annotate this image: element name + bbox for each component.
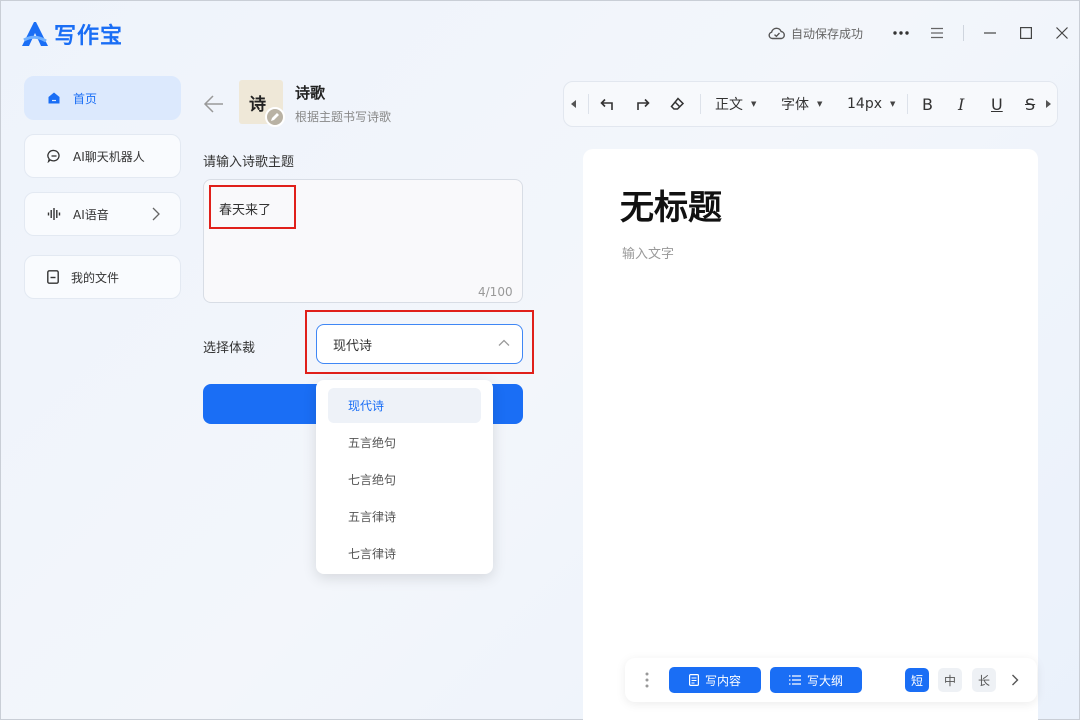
length-short-button[interactable]: 短 [905,668,929,692]
window-controls: 自动保存成功 [768,18,1080,48]
genre-dropdown: 现代诗 五言绝句 七言绝句 五言律诗 七言律诗 [316,380,493,574]
back-arrow-icon[interactable] [203,91,225,117]
sidebar-item-my-files[interactable]: 我的文件 [24,255,181,299]
panel-title: 诗歌 [295,84,326,102]
file-icon [47,270,59,284]
font-size-dropdown[interactable]: 14px ▼ [847,82,895,126]
toolbar-divider [700,94,701,114]
chevron-right-icon [152,207,160,221]
list-icon [788,675,801,685]
minimize-icon[interactable] [972,18,1008,48]
toolbar-divider [588,94,589,114]
maximize-icon[interactable] [1008,18,1044,48]
length-medium-button[interactable]: 中 [938,668,962,692]
strikethrough-button[interactable]: S [1025,82,1035,126]
format-toolbar: 正文 ▼ 字体 ▼ 14px ▼ B I U S [563,81,1058,127]
paragraph-style-dropdown[interactable]: 正文 ▼ [715,82,756,126]
sidebar-item-label: 我的文件 [71,270,120,285]
write-outline-button[interactable]: 写大纲 [770,667,862,693]
poem-thumbnail-char: 诗 [249,95,266,115]
close-icon[interactable] [1044,18,1080,48]
paragraph-style-label: 正文 [715,97,743,113]
topic-label: 请输入诗歌主题 [203,155,295,170]
caret-down-icon: ▼ [817,100,823,108]
save-status: 自动保存成功 [768,25,863,42]
save-status-text: 自动保存成功 [790,26,863,41]
sidebar-item-ai-chat[interactable]: AI聊天机器人 [24,134,181,178]
cloud-check-icon [768,27,785,40]
editor-canvas[interactable] [583,149,1038,720]
document-body-placeholder[interactable]: 输入文字 [622,243,674,262]
highlight-box-topic [209,185,296,229]
app-name: 写作宝 [54,24,124,49]
redo-icon[interactable] [636,82,650,126]
font-size-label: 14px [847,96,882,112]
genre-option-wuyan-jueju[interactable]: 五言绝句 [328,425,481,460]
document-icon [688,674,699,686]
scroll-left-icon[interactable] [571,82,577,126]
chevron-right-icon[interactable] [1011,674,1019,686]
caret-down-icon: ▼ [751,100,757,108]
drag-handle-icon[interactable] [645,671,649,689]
length-long-button[interactable]: 长 [972,668,996,692]
eraser-icon[interactable] [670,82,685,126]
topic-char-counter: 4/100 [478,285,513,299]
underline-button[interactable]: U [991,82,1003,126]
write-content-label: 写内容 [704,673,741,688]
sidebar-item-label: 首页 [73,91,98,106]
pen-icon [265,107,285,127]
panel-subtitle: 根据主题书写诗歌 [295,110,392,124]
font-label: 字体 [781,97,809,113]
bold-button[interactable]: B [922,82,933,126]
genre-option-qiyan-lvshi[interactable]: 七言律诗 [328,536,481,571]
undo-icon[interactable] [600,82,614,126]
home-icon [48,92,60,104]
logo-icon [22,22,48,46]
app-logo: 写作宝 [20,18,123,50]
sidebar-item-home[interactable]: 首页 [24,76,181,120]
sidebar-item-label: AI聊天机器人 [73,149,145,164]
document-title[interactable]: 无标题 [620,180,722,229]
voice-wave-icon [47,208,61,220]
highlight-box-genre [305,310,534,374]
italic-button[interactable]: I [958,82,964,126]
caret-down-icon: ▼ [890,100,896,108]
genre-option-wuyan-lvshi[interactable]: 五言律诗 [328,499,481,534]
chat-icon [47,149,60,163]
sidebar-item-label: AI语音 [73,207,109,222]
genre-label: 选择体裁 [203,341,256,356]
menu-icon[interactable] [919,18,955,48]
font-dropdown[interactable]: 字体 ▼ [781,82,822,126]
write-outline-label: 写大纲 [806,673,843,688]
sidebar-item-ai-voice[interactable]: AI语音 [24,192,181,236]
genre-option-qiyan-jueju[interactable]: 七言绝句 [328,462,481,497]
titlebar-divider [963,25,964,41]
toolbar-divider [907,94,908,114]
ai-action-bar: 写内容 写大纲 短 中 长 [625,658,1037,702]
scroll-right-icon[interactable] [1038,82,1057,126]
poem-thumbnail: 诗 [239,80,285,127]
genre-option-modern[interactable]: 现代诗 [328,388,481,423]
write-content-button[interactable]: 写内容 [669,667,761,693]
more-icon[interactable] [883,18,919,48]
